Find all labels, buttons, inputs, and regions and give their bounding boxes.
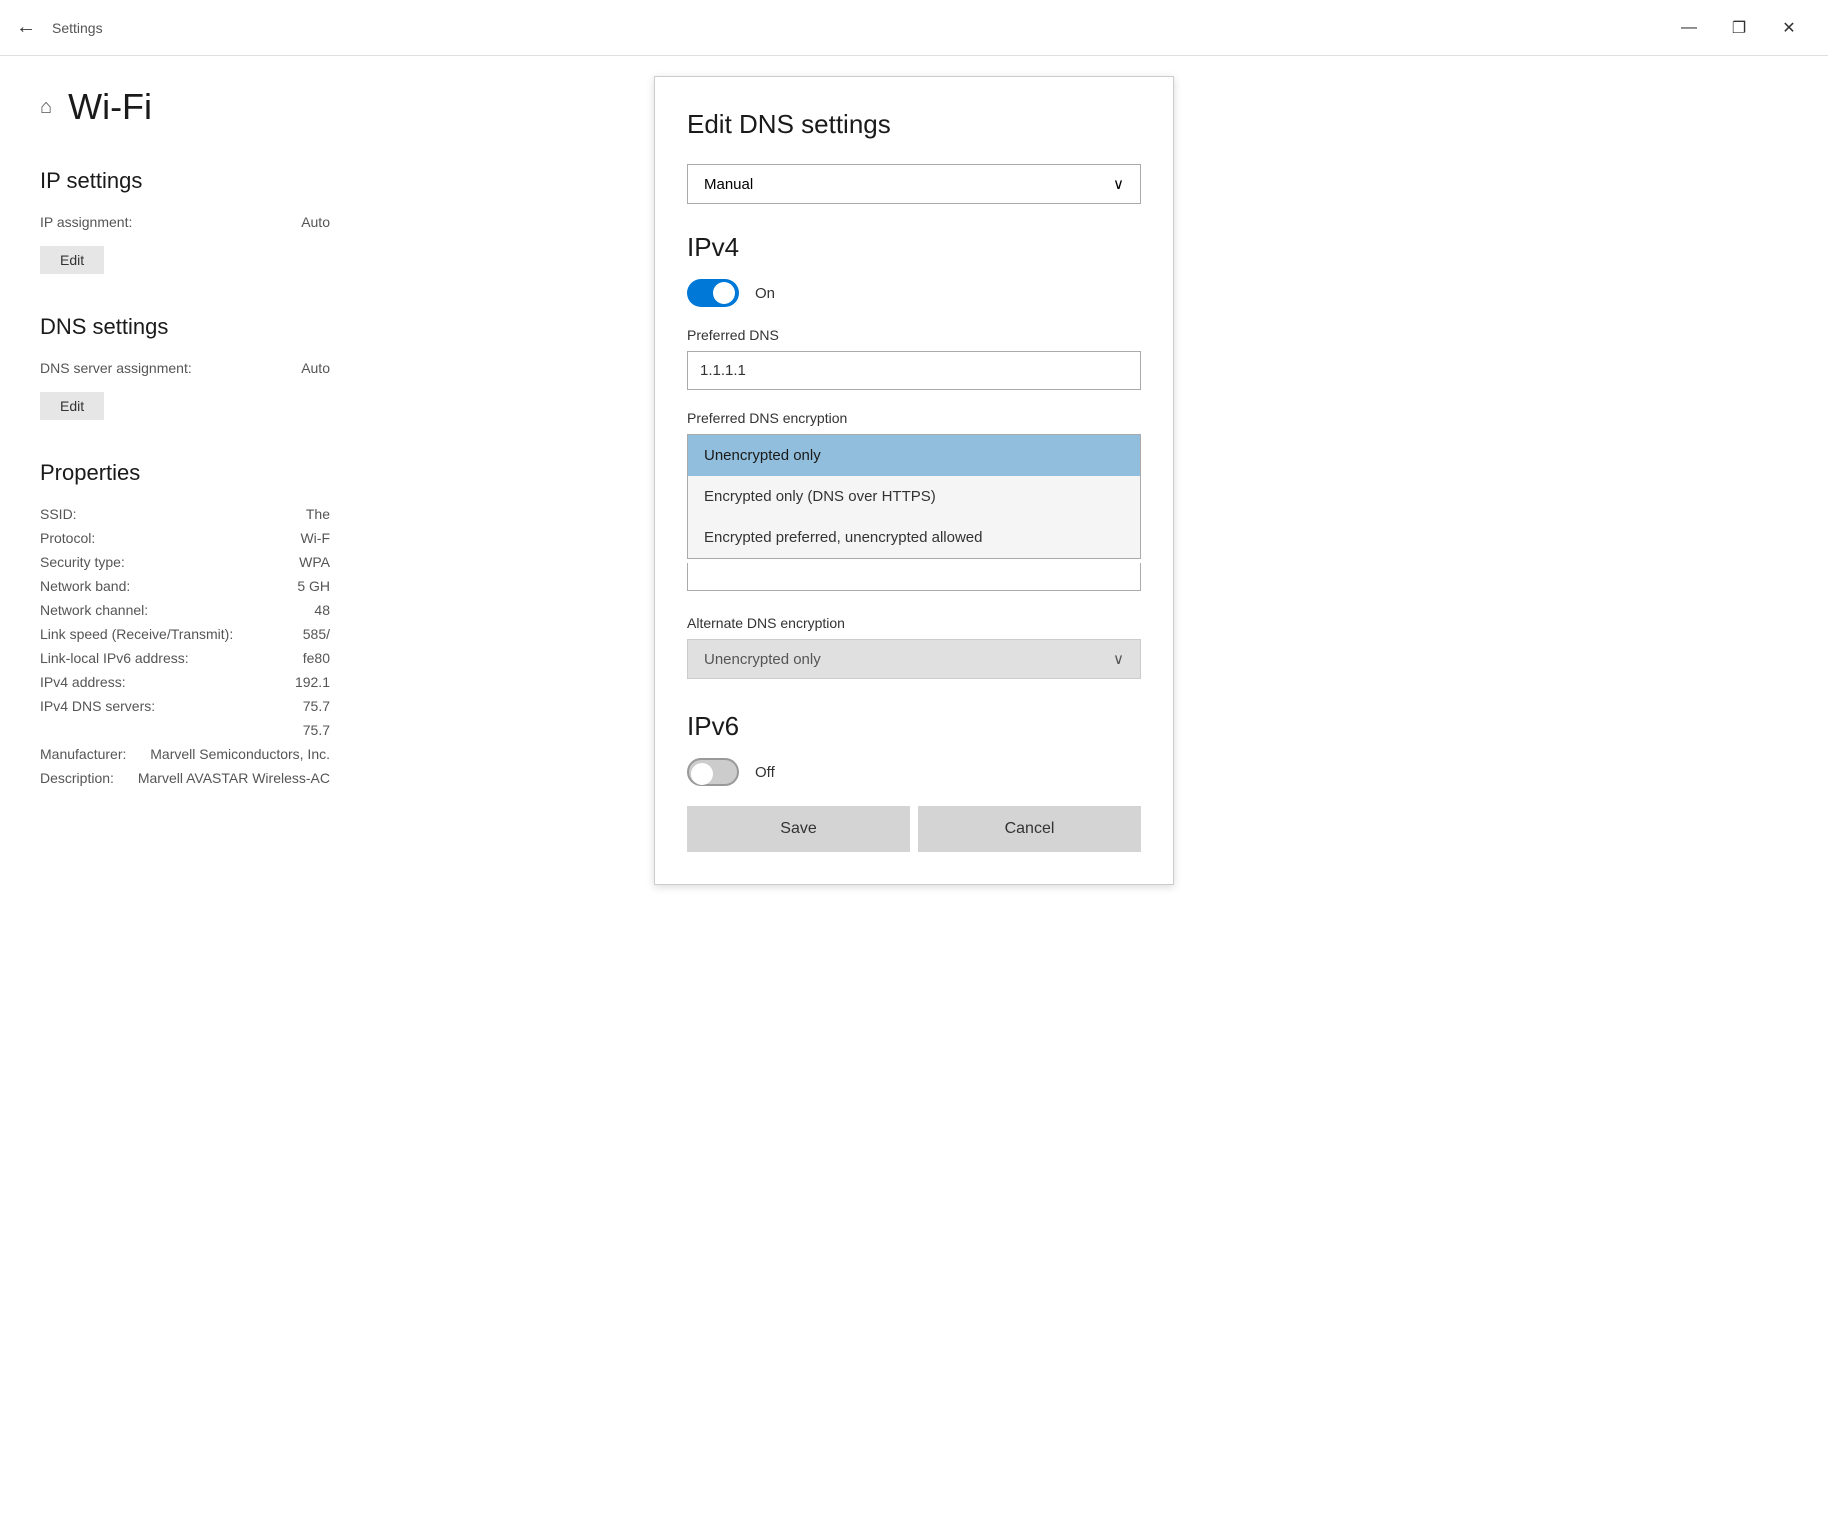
mode-dropdown-value: Manual bbox=[704, 176, 753, 193]
dropdown-option-unencrypted[interactable]: Unencrypted only bbox=[688, 435, 1140, 476]
preferred-dns-encryption-label: Preferred DNS encryption bbox=[687, 410, 1141, 426]
alt-chevron-down-icon: ∨ bbox=[1113, 650, 1124, 668]
edit-dns-dialog: Edit DNS settings Manual ∨ IPv4 On Prefe… bbox=[654, 76, 1174, 885]
dialog-footer: Save Cancel bbox=[687, 806, 1141, 852]
dropdown-bottom bbox=[687, 563, 1141, 591]
window-controls: — ❐ ✕ bbox=[1666, 12, 1812, 44]
ipv4-section-label: IPv4 bbox=[687, 232, 1141, 263]
main-content: ⌂ Wi-Fi IP settings IP assignment: Auto … bbox=[0, 56, 1828, 1514]
maximize-button[interactable]: ❐ bbox=[1716, 12, 1762, 44]
ipv6-toggle-label: Off bbox=[755, 764, 775, 781]
dropdown-option-encrypted-only[interactable]: Encrypted only (DNS over HTTPS) bbox=[688, 476, 1140, 517]
chevron-down-icon: ∨ bbox=[1113, 175, 1124, 193]
close-button[interactable]: ✕ bbox=[1766, 12, 1812, 44]
preferred-dns-input[interactable] bbox=[687, 351, 1141, 390]
alternate-dns-encryption-dropdown[interactable]: Unencrypted only ∨ bbox=[687, 639, 1141, 679]
preferred-dns-encryption-dropdown[interactable]: Unencrypted only Encrypted only (DNS ove… bbox=[687, 434, 1141, 559]
ipv6-toggle-thumb bbox=[691, 763, 713, 785]
minimize-button[interactable]: — bbox=[1666, 12, 1712, 44]
ipv6-toggle-row: Off bbox=[687, 758, 1141, 786]
alt-dropdown-value: Unencrypted only bbox=[704, 651, 821, 668]
window-title: Settings bbox=[52, 20, 1666, 36]
save-button[interactable]: Save bbox=[687, 806, 910, 852]
ipv6-section-label: IPv6 bbox=[687, 711, 1141, 742]
mode-dropdown[interactable]: Manual ∨ bbox=[687, 164, 1141, 204]
dropdown-option-encrypted-preferred[interactable]: Encrypted preferred, unencrypted allowed bbox=[688, 517, 1140, 558]
dialog-title: Edit DNS settings bbox=[687, 109, 1141, 140]
ipv4-toggle-label: On bbox=[755, 285, 775, 302]
alternate-dns-encryption-label: Alternate DNS encryption bbox=[687, 615, 1141, 631]
preferred-dns-label: Preferred DNS bbox=[687, 327, 1141, 343]
dialog-overlay: Edit DNS settings Manual ∨ IPv4 On Prefe… bbox=[0, 56, 1828, 1514]
ipv4-toggle-row: On bbox=[687, 279, 1141, 307]
cancel-button[interactable]: Cancel bbox=[918, 806, 1141, 852]
ipv4-toggle[interactable] bbox=[687, 279, 739, 307]
title-bar: ← Settings — ❐ ✕ bbox=[0, 0, 1828, 56]
ipv6-toggle[interactable] bbox=[687, 758, 739, 786]
toggle-thumb bbox=[713, 282, 735, 304]
back-button[interactable]: ← bbox=[16, 16, 36, 39]
